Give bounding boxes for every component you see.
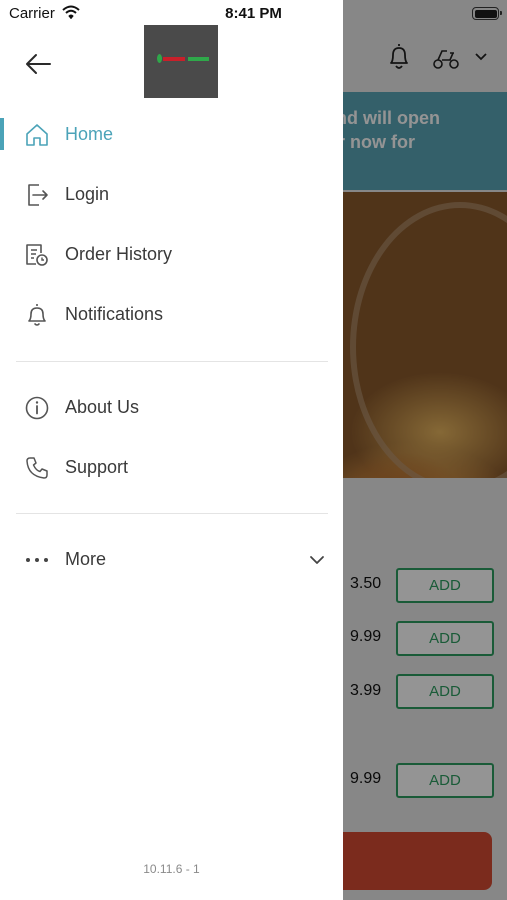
bell-icon: [28, 304, 46, 326]
menu-item-label: Order History: [65, 244, 173, 264]
navigation-drawer: Home Login Order History Notifications A…: [0, 0, 343, 900]
menu-item-home[interactable]: Home: [0, 110, 343, 160]
restaurant-logo: [144, 25, 218, 98]
menu-item-notifications[interactable]: Notifications: [0, 290, 343, 340]
chevron-down-icon: [310, 556, 324, 564]
menu-item-order-history[interactable]: Order History: [0, 230, 343, 280]
status-bar: Carrier 8:41 PM: [0, 0, 507, 28]
menu-item-label: Login: [65, 184, 110, 204]
menu-item-label: More: [65, 549, 107, 569]
order-history-icon: [26, 244, 48, 266]
menu-item-label: Home: [65, 124, 114, 144]
menu-divider: [16, 361, 328, 362]
active-indicator: [0, 118, 4, 150]
menu-item-about-us[interactable]: About Us: [0, 383, 343, 433]
status-time: 8:41 PM: [225, 5, 282, 22]
phone-icon: [26, 457, 48, 479]
logo-wordmark: [163, 57, 209, 61]
info-icon: [25, 396, 49, 420]
menu-item-login[interactable]: Login: [0, 170, 343, 220]
battery-level: [474, 9, 497, 18]
login-icon: [28, 184, 48, 206]
app-version: 10.11.6 - 1: [143, 862, 200, 876]
menu-item-more[interactable]: More: [0, 535, 343, 585]
more-dots-icon: [26, 558, 48, 562]
home-icon: [26, 124, 48, 146]
menu-item-support[interactable]: Support: [0, 443, 343, 493]
menu-item-label: Notifications: [65, 304, 164, 324]
battery-icon: [472, 7, 502, 20]
menu-divider: [16, 513, 328, 514]
menu-item-label: Support: [65, 457, 129, 477]
back-arrow-icon[interactable]: [22, 50, 54, 78]
menu-item-label: About Us: [65, 397, 140, 417]
logo-leaf-icon: [157, 54, 162, 63]
